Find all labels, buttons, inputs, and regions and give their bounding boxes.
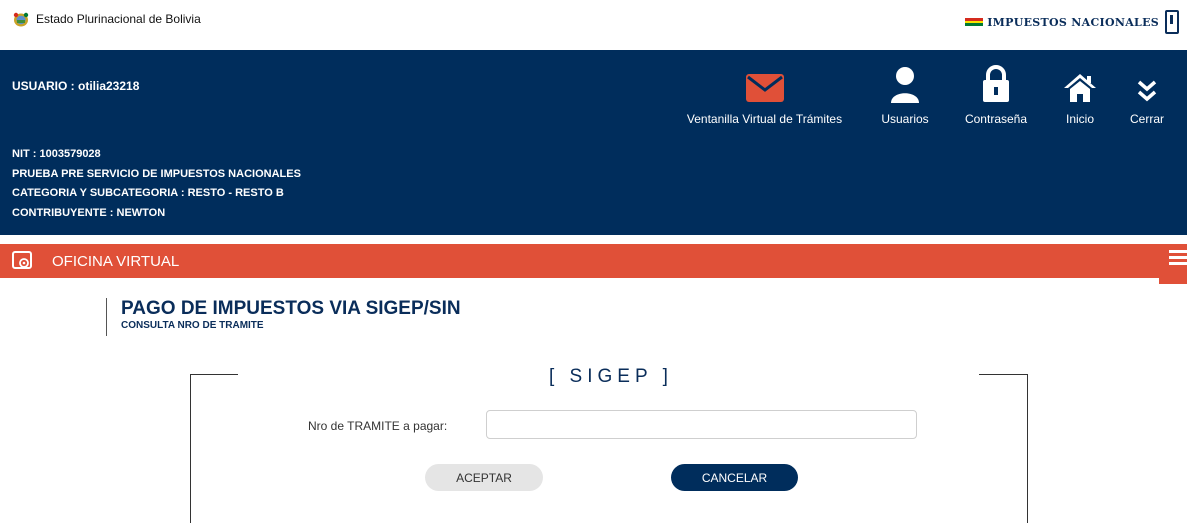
user-label: USUARIO : otilia23218 <box>12 79 140 93</box>
nav-label: Ventanilla Virtual de Trámites <box>686 112 843 126</box>
hamburger-menu-icon[interactable] <box>1169 250 1187 268</box>
oficina-virtual-bar: OFICINA VIRTUAL <box>0 244 1187 278</box>
contribuyente-label: CONTRIBUYENTE : NEWTON <box>12 206 166 219</box>
virtual-office-icon <box>12 251 32 269</box>
tramite-input[interactable] <box>486 410 917 439</box>
home-icon <box>1064 74 1096 102</box>
nav-label: Inicio <box>1065 112 1094 126</box>
nav-contrasena[interactable]: Contraseña <box>956 58 1036 126</box>
fieldset-border-right <box>1027 374 1028 523</box>
service-label: PRUEBA PRE SERVICIO DE IMPUESTOS NACIONA… <box>12 167 301 180</box>
bolivia-flag-icon <box>965 18 984 26</box>
oficina-virtual-title: OFICINA VIRTUAL <box>52 253 180 270</box>
nav-cerrar[interactable]: Cerrar <box>1120 58 1174 126</box>
taxpayer-info: NIT : 1003579028 PRUEBA PRE SERVICIO DE … <box>12 145 301 223</box>
page-heading: PAGO DE IMPUESTOS VIA SIGEP/SIN CONSULTA… <box>106 298 461 336</box>
government-name: Estado Plurinacional de Bolivia <box>36 12 201 26</box>
menu-tab-edge <box>1159 278 1187 284</box>
nav-label: Contraseña <box>964 112 1028 126</box>
nit-label: NIT : 1003579028 <box>12 148 101 160</box>
nav-inicio[interactable]: Inicio <box>1057 58 1103 126</box>
lock-icon <box>983 65 1009 102</box>
sin-mark-icon <box>1165 10 1179 34</box>
aceptar-button[interactable]: ACEPTAR <box>425 464 543 491</box>
bolivia-coat-of-arms-icon <box>13 12 29 27</box>
cancelar-button[interactable]: CANCELAR <box>671 464 798 491</box>
government-brand: Estado Plurinacional de Bolivia <box>12 11 201 27</box>
page-title: PAGO DE IMPUESTOS VIA SIGEP/SIN <box>121 298 461 319</box>
tramite-label: Nro de TRAMITE a pagar: <box>308 419 448 433</box>
fieldset-border-left <box>190 374 191 523</box>
nav-label: Usuarios <box>881 112 929 126</box>
sigep-legend: [ SIGEP ] <box>549 366 673 387</box>
envelope-icon <box>745 74 784 102</box>
category-label: CATEGORIA Y SUBCATEGORIA : RESTO - RESTO… <box>12 187 284 199</box>
user-header: USUARIO : otilia23218 Ventanilla Virtual… <box>0 50 1187 235</box>
user-icon <box>891 67 919 103</box>
double-chevron-down-icon <box>1137 80 1157 102</box>
fieldset-border-top-right <box>979 374 1028 375</box>
impuestos-nacionales-logo: IMPUESTOS NACIONALES <box>965 10 1179 34</box>
brand-name: IMPUESTOS NACIONALES <box>987 15 1159 29</box>
page-subtitle: CONSULTA NRO DE TRAMITE <box>121 320 264 331</box>
top-bar: Estado Plurinacional de Bolivia IMPUESTO… <box>0 0 1187 44</box>
nav-ventanilla-virtual[interactable]: Ventanilla Virtual de Trámites <box>683 58 846 126</box>
nav-usuarios[interactable]: Usuarios <box>874 58 936 126</box>
nav-label: Cerrar <box>1129 112 1164 126</box>
fieldset-border-top-left <box>190 374 238 375</box>
